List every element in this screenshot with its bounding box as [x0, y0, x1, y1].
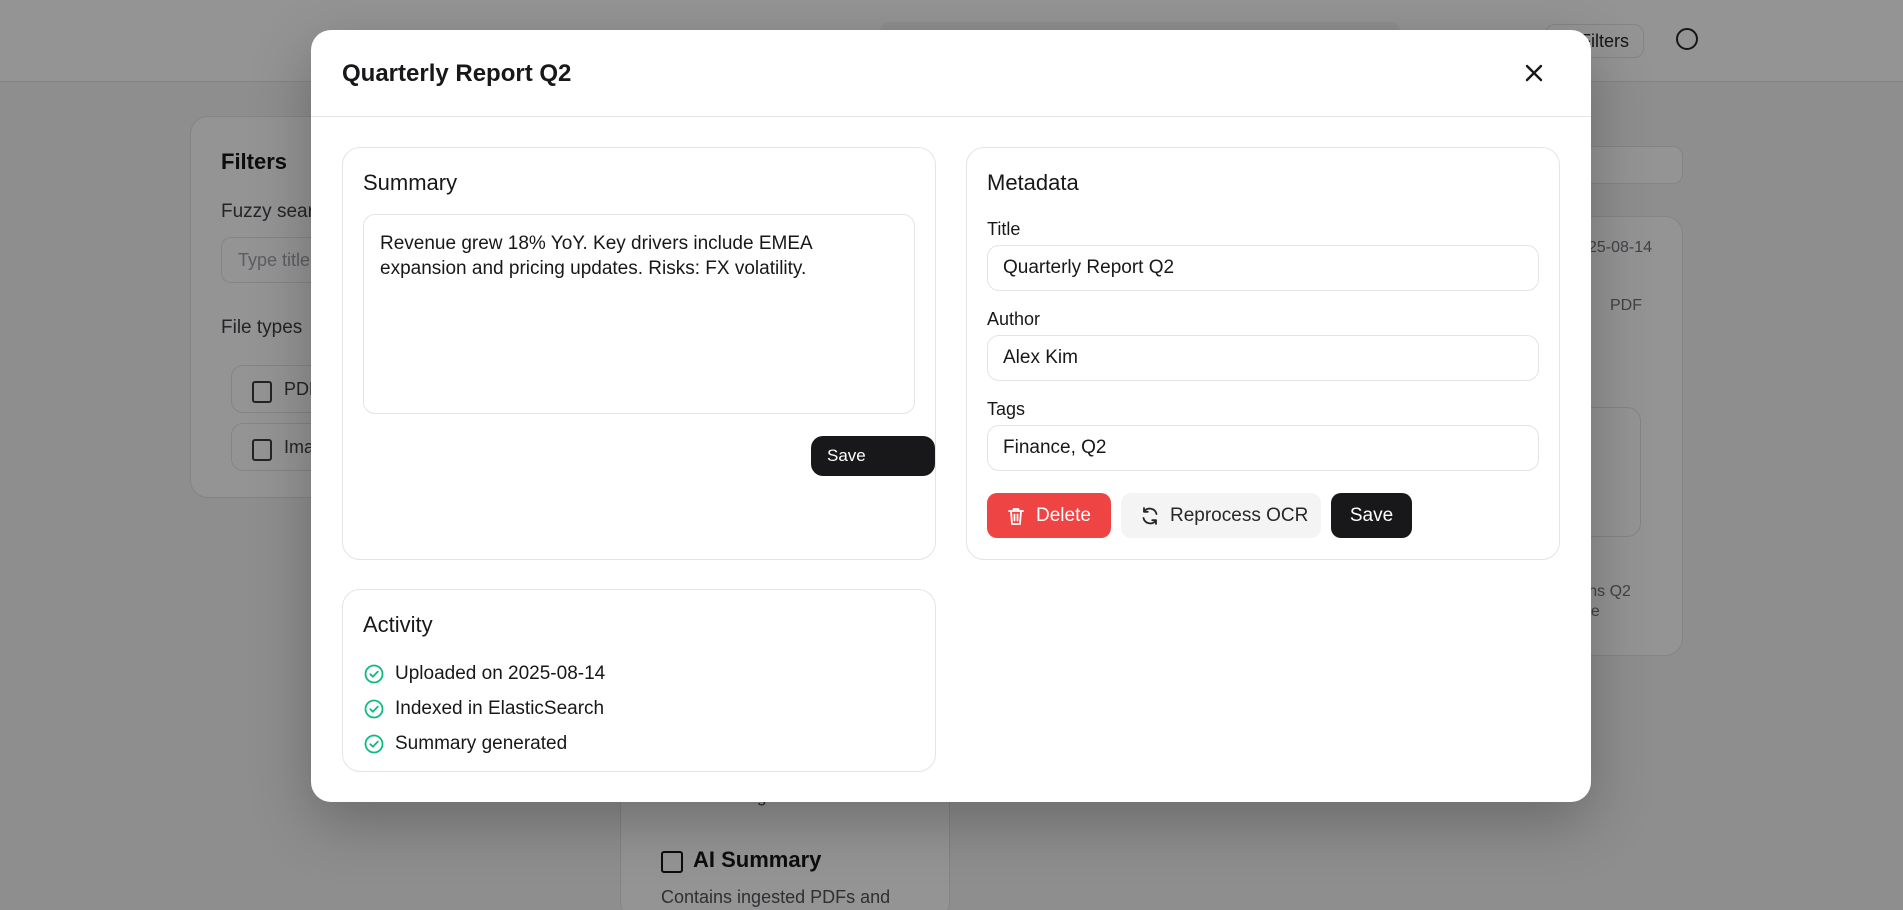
activity-item: Summary generated — [363, 726, 605, 761]
summary-card: Summary Revenue grew 18% YoY. Key driver… — [342, 147, 936, 560]
save-summary-button[interactable]: Save summary — [811, 436, 935, 505]
activity-list: Uploaded on 2025-08-14 Indexed in Elasti… — [363, 656, 605, 761]
activity-item: Uploaded on 2025-08-14 — [363, 656, 605, 691]
modal-title: Quarterly Report Q2 — [342, 60, 572, 87]
activity-label: Indexed in ElasticSearch — [395, 697, 605, 719]
delete-label: Delete — [1036, 505, 1091, 526]
close-icon — [1523, 62, 1545, 84]
check-circle-icon — [363, 733, 385, 755]
metadata-card: Metadata Title Author Tags Delete Reproc… — [966, 147, 1560, 560]
reprocess-ocr-label: Reprocess OCR — [1170, 505, 1309, 526]
metadata-heading: Metadata — [987, 170, 1079, 195]
activity-heading: Activity — [363, 612, 433, 637]
tags-field[interactable] — [987, 425, 1539, 471]
check-circle-icon — [363, 698, 385, 720]
modal-header: Quarterly Report Q2 — [311, 30, 1591, 117]
document-modal: Quarterly Report Q2 Summary Revenue grew… — [311, 30, 1591, 802]
title-label: Title — [987, 219, 1021, 239]
refresh-icon — [1139, 505, 1161, 527]
activity-card: Activity Uploaded on 2025-08-14 Indexed … — [342, 589, 936, 772]
trash-icon — [1005, 505, 1027, 527]
reprocess-ocr-button[interactable]: Reprocess OCR — [1121, 493, 1321, 538]
tags-label: Tags — [987, 399, 1026, 419]
author-label: Author — [987, 309, 1041, 329]
summary-textarea[interactable]: Revenue grew 18% YoY. Key drivers includ… — [363, 214, 915, 414]
summary-heading: Summary — [363, 170, 458, 195]
activity-item: Indexed in ElasticSearch — [363, 691, 605, 726]
close-button[interactable] — [1518, 57, 1550, 89]
activity-label: Uploaded on 2025-08-14 — [395, 662, 606, 684]
check-circle-icon — [363, 663, 385, 685]
title-field[interactable] — [987, 245, 1539, 291]
author-field[interactable] — [987, 335, 1539, 381]
save-button[interactable]: Save — [1331, 493, 1412, 538]
delete-button[interactable]: Delete — [987, 493, 1111, 538]
activity-label: Summary generated — [395, 732, 568, 754]
